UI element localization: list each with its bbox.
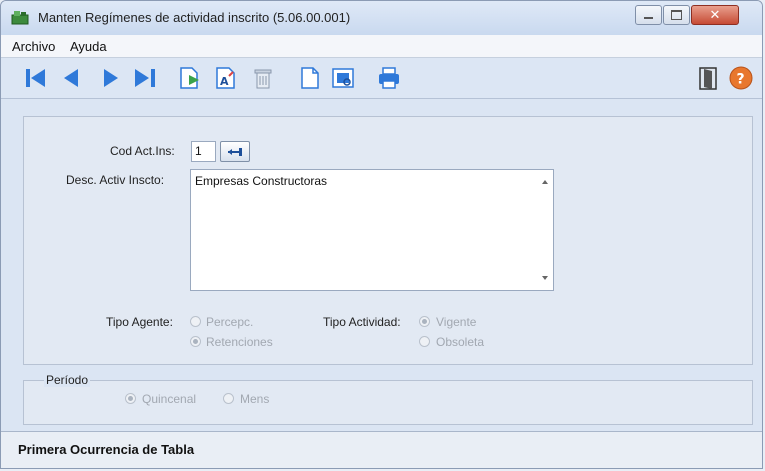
toolbar: A ? — [1, 58, 762, 99]
title-bar: Manten Regímenes de actividad inscrito (… — [1, 1, 762, 35]
svg-text:A: A — [220, 75, 229, 88]
print-icon[interactable] — [376, 65, 402, 91]
desc-activ-label: Desc. Activ Inscto: — [66, 173, 165, 187]
delete-icon[interactable] — [250, 65, 276, 91]
tipo-agente-label: Tipo Agente: — [106, 315, 173, 329]
lookup-button[interactable] — [220, 141, 250, 162]
first-record-icon[interactable] — [23, 65, 49, 91]
radio-obsoleta-label: Obsoleta — [436, 335, 485, 349]
radio-retenciones-label: Retenciones — [206, 335, 273, 349]
radio-mens[interactable] — [223, 393, 234, 404]
lookup-icon — [228, 147, 242, 156]
scroll-up-icon[interactable] — [542, 180, 548, 184]
minimize-button[interactable] — [635, 5, 662, 25]
desc-activ-textarea[interactable]: Empresas Constructoras — [190, 169, 554, 291]
radio-quincenal-label: Quincenal — [142, 392, 197, 406]
maximize-button[interactable] — [663, 5, 690, 25]
previous-record-icon[interactable] — [58, 65, 84, 91]
menu-bar: Archivo Ayuda — [1, 35, 762, 58]
exit-door-icon[interactable] — [695, 65, 721, 91]
radio-percepc[interactable] — [190, 316, 201, 327]
last-record-icon[interactable] — [132, 65, 158, 91]
close-button[interactable]: ✕ — [691, 5, 739, 25]
menu-ayuda[interactable]: Ayuda — [70, 39, 107, 54]
radio-vigente[interactable] — [419, 316, 430, 327]
close-icon: ✕ — [709, 7, 721, 23]
help-icon[interactable]: ? — [728, 65, 754, 91]
radio-retenciones[interactable] — [190, 336, 201, 347]
radio-quincenal[interactable] — [125, 393, 136, 404]
main-window: Manten Regímenes de actividad inscrito (… — [0, 0, 763, 469]
menu-archivo[interactable]: Archivo — [12, 39, 55, 54]
maximize-icon — [671, 10, 682, 20]
app-icon — [11, 10, 29, 25]
import-document-icon[interactable] — [177, 65, 203, 91]
scroll-down-icon[interactable] — [542, 276, 548, 280]
next-record-icon[interactable] — [98, 65, 124, 91]
status-bar: Primera Ocurrencia de Tabla — [1, 431, 762, 468]
cod-act-ins-label: Cod Act.Ins: — [110, 144, 175, 158]
tipo-actividad-label: Tipo Actividad: — [323, 315, 401, 329]
svg-text:?: ? — [737, 72, 745, 88]
edit-text-icon[interactable]: A — [213, 65, 239, 91]
radio-obsoleta[interactable] — [419, 336, 430, 347]
preview-icon[interactable] — [330, 65, 356, 91]
status-text: Primera Ocurrencia de Tabla — [18, 442, 195, 457]
radio-mens-label: Mens — [240, 392, 270, 406]
radio-vigente-label: Vigente — [436, 315, 477, 329]
minimize-icon — [644, 17, 653, 19]
window-title: Manten Regímenes de actividad inscrito (… — [38, 10, 351, 25]
radio-percepc-label: Percepc. — [206, 315, 254, 329]
new-document-icon[interactable] — [297, 65, 323, 91]
cod-act-ins-input[interactable]: 1 — [191, 141, 216, 162]
desc-activ-value: Empresas Constructoras — [195, 174, 328, 188]
periodo-legend: Período — [44, 373, 91, 387]
